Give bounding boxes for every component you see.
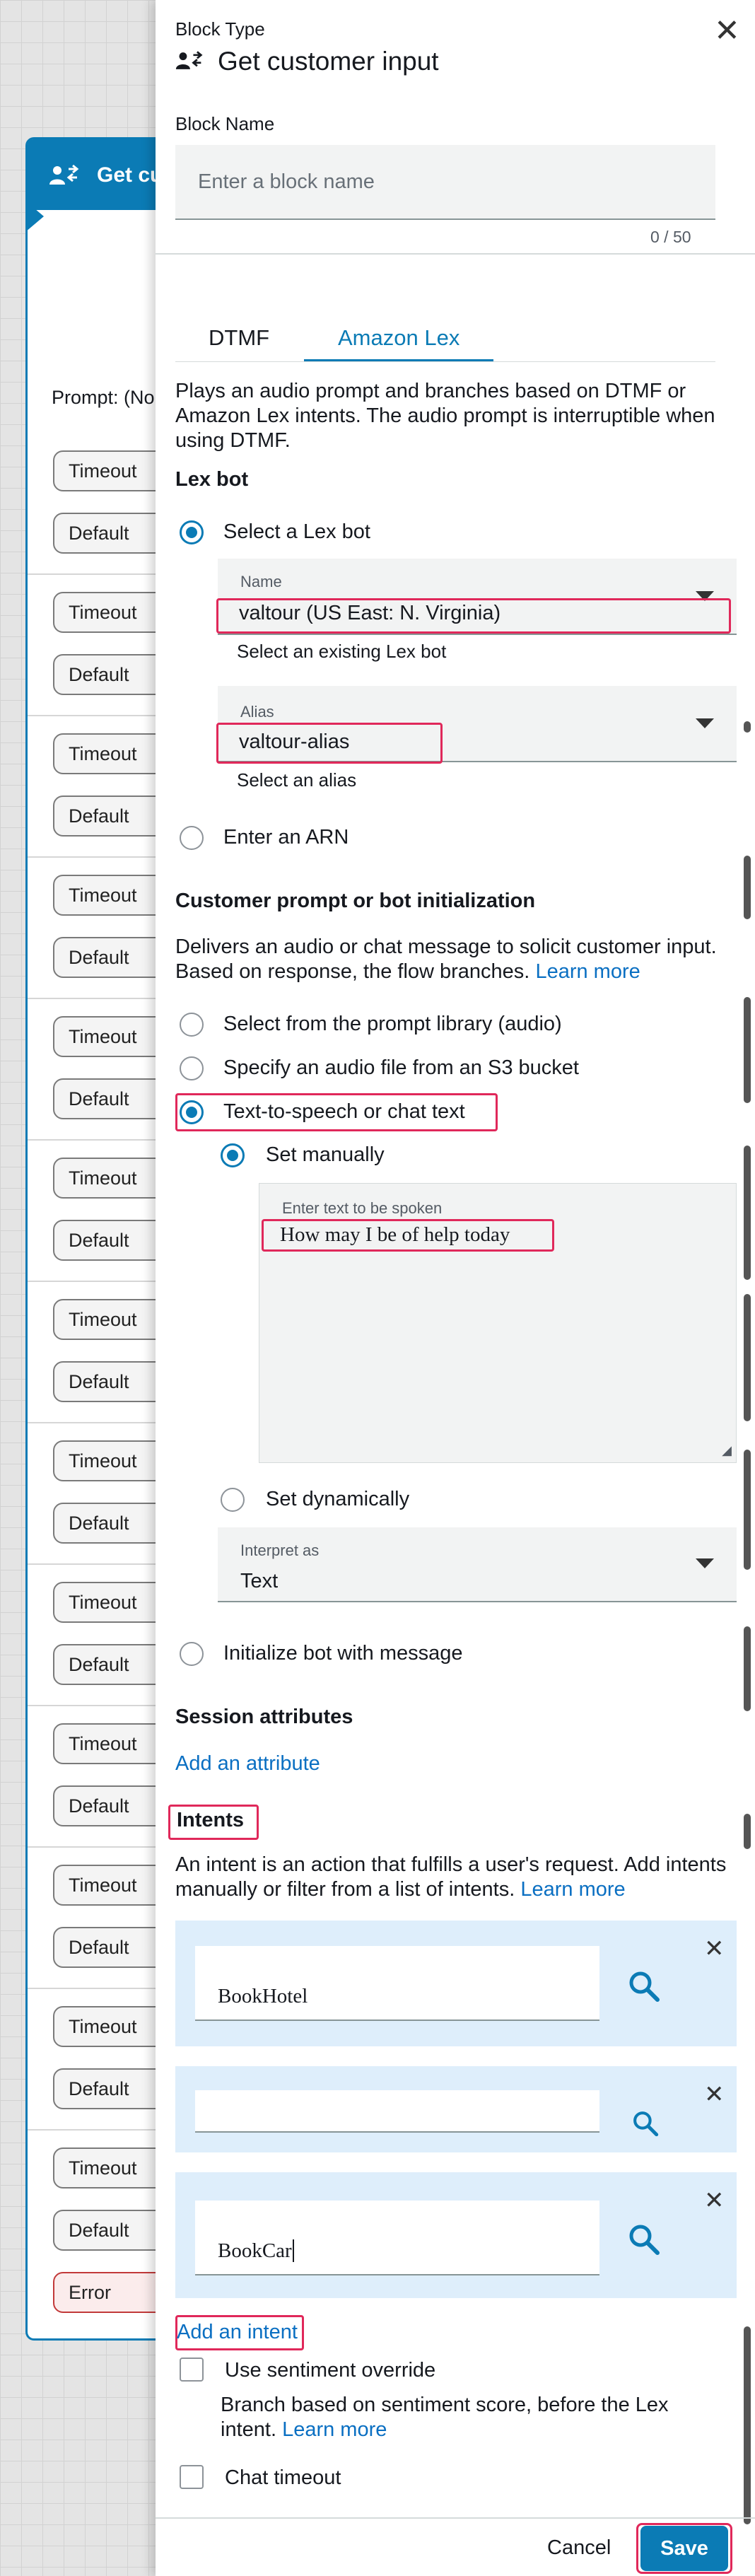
s3-audio-label: Specify an audio file from an S3 bucket — [223, 1056, 579, 1079]
block-name-label: Block Name — [175, 113, 275, 134]
block-name-placeholder: Enter a block name — [198, 170, 375, 193]
select-lex-bot-label: Select a Lex bot — [223, 520, 370, 543]
session-attributes-heading: Session attributes — [175, 1706, 353, 1728]
add-attribute-link[interactable]: Add an attribute — [175, 1752, 320, 1776]
tab-dtmf[interactable]: DTMF — [209, 325, 269, 351]
block-type-title: Get customer input — [218, 47, 439, 76]
sentiment-learn-more-link[interactable]: Learn more — [282, 2418, 387, 2441]
customer-prompt-heading: Customer prompt or bot initialization — [175, 890, 536, 912]
lex-bot-heading: Lex bot — [175, 468, 249, 491]
alias-hint: Select an alias — [237, 769, 357, 791]
search-icon[interactable] — [632, 2110, 659, 2140]
set-dynamically-radio[interactable] — [221, 1488, 245, 1512]
remove-intent-icon[interactable]: ✕ — [704, 1935, 725, 1963]
select-lex-bot-radio[interactable] — [180, 520, 204, 544]
block-name-input[interactable]: Enter a block name — [175, 145, 715, 220]
name-label: Name — [240, 573, 282, 590]
enter-arn-radio[interactable] — [180, 826, 204, 850]
add-intent-link[interactable]: Add an intent — [177, 2321, 298, 2344]
flow-connector-arrow[interactable] — [25, 201, 44, 232]
chat-timeout-checkbox[interactable] — [180, 2465, 204, 2489]
scrollbar-marker — [744, 1294, 751, 1421]
scrollbar-marker — [744, 721, 751, 733]
divider — [156, 253, 755, 255]
init-bot-label: Initialize bot with message — [223, 1642, 463, 1665]
search-icon[interactable] — [628, 1970, 660, 2006]
scrollbar-marker — [744, 856, 751, 919]
scrollbar-marker — [744, 1146, 751, 1280]
intent-card: BookCar ✕ — [175, 2172, 737, 2298]
interpret-as-select[interactable]: Interpret as Text — [218, 1527, 737, 1602]
alias-value: valtour-alias — [239, 730, 350, 753]
alias-label: Alias — [240, 703, 274, 721]
save-button[interactable]: Save — [640, 2526, 728, 2571]
intent-value: BookHotel — [218, 1985, 308, 2007]
intent-input[interactable]: BookHotel — [195, 1946, 599, 2021]
set-manually-radio[interactable] — [221, 1143, 245, 1167]
intents-learn-more-link[interactable]: Learn more — [520, 1878, 625, 1901]
intent-input[interactable]: BookCar — [195, 2201, 599, 2275]
prompt-library-radio[interactable] — [180, 1013, 204, 1037]
interpret-as-label: Interpret as — [240, 1541, 320, 1559]
chevron-down-icon — [696, 1558, 714, 1568]
name-hint: Select an existing Lex bot — [237, 641, 447, 662]
customer-input-icon — [175, 51, 204, 74]
intent-input[interactable] — [195, 2090, 599, 2133]
tts-label: Enter text to be spoken — [282, 1199, 443, 1217]
chat-timeout-label: Chat timeout — [225, 2466, 341, 2489]
tab-divider — [175, 361, 715, 362]
search-icon[interactable] — [628, 2223, 660, 2259]
enter-arn-label: Enter an ARN — [223, 826, 349, 849]
set-dynamically-label: Set dynamically — [266, 1488, 410, 1510]
sentiment-description: Branch based on sentiment score, before … — [221, 2393, 730, 2442]
intents-description-text: An intent is an action that fulfills a u… — [175, 1853, 727, 1901]
tts-text-value: How may I be of help today — [280, 1223, 510, 1246]
chevron-down-icon — [696, 718, 714, 728]
set-manually-label: Set manually — [266, 1143, 385, 1166]
customer-prompt-description: Delivers an audio or chat message to sol… — [175, 935, 727, 984]
tts-radio[interactable] — [180, 1100, 204, 1124]
intent-card: ✕ — [175, 2066, 737, 2152]
block-description: Plays an audio prompt and branches based… — [175, 380, 715, 452]
remove-intent-icon[interactable]: ✕ — [704, 2080, 725, 2109]
flow-block-title: Get cu — [97, 163, 163, 187]
remove-intent-icon[interactable]: ✕ — [704, 2186, 725, 2215]
flow-block-prompt: Prompt: (No — [52, 387, 155, 408]
s3-audio-radio[interactable] — [180, 1056, 204, 1080]
scrollbar-marker — [744, 1626, 751, 1711]
name-value: valtour (US East: N. Virginia) — [239, 602, 501, 624]
resize-handle-icon[interactable]: ◢ — [722, 1443, 732, 1458]
prompt-library-label: Select from the prompt library (audio) — [223, 1013, 562, 1035]
scrollbar-marker — [744, 1450, 751, 1570]
scrollbar-marker — [744, 997, 751, 1103]
footer-divider — [156, 2517, 755, 2519]
learn-more-link[interactable]: Learn more — [535, 960, 640, 983]
intent-value: BookCar — [218, 2239, 294, 2263]
customer-input-icon — [49, 164, 80, 192]
sentiment-override-label: Use sentiment override — [225, 2359, 436, 2382]
block-name-counter: 0 / 50 — [650, 228, 691, 246]
block-type-label: Block Type — [175, 18, 265, 40]
scrollbar-marker — [744, 1814, 751, 1849]
intents-description: An intent is an action that fulfills a u… — [175, 1853, 734, 1902]
interpret-as-value: Text — [240, 1570, 279, 1592]
block-properties-panel: Block Type Get customer input ✕ Block Na… — [156, 0, 755, 2576]
init-bot-radio[interactable] — [180, 1642, 204, 1666]
tab-amazon-lex[interactable]: Amazon Lex — [338, 325, 460, 351]
scrollbar-marker — [744, 2326, 751, 2524]
cancel-button[interactable]: Cancel — [547, 2536, 611, 2560]
intent-card: BookHotel ✕ — [175, 1921, 737, 2046]
intents-heading: Intents — [177, 1809, 245, 1831]
tts-label: Text-to-speech or chat text — [223, 1100, 465, 1123]
close-icon[interactable]: ✕ — [714, 16, 740, 47]
sentiment-override-checkbox[interactable] — [180, 2358, 204, 2382]
